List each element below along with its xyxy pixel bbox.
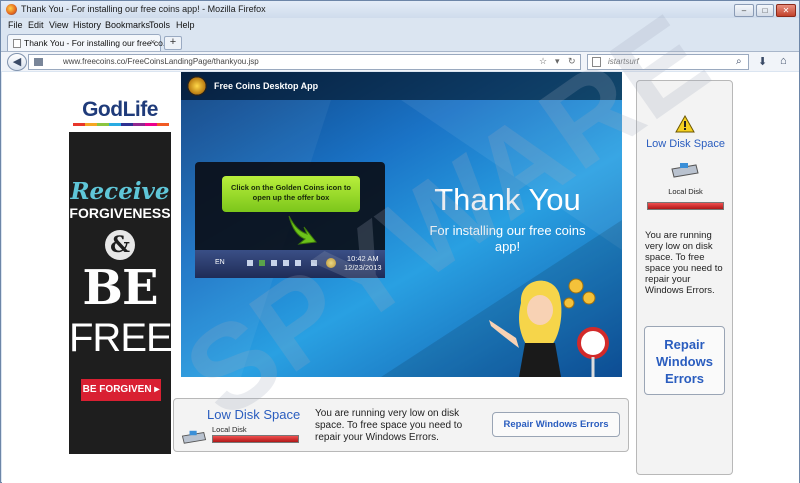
menu-help[interactable]: Help <box>176 20 195 30</box>
browser-window: Thank You - For installing our free coin… <box>0 0 800 483</box>
logo-color-stripe <box>73 123 85 126</box>
logo-color-stripe <box>145 123 157 126</box>
ampersand: & <box>105 230 135 260</box>
logo-color-stripe <box>121 123 133 126</box>
disk-usage-bar <box>212 435 299 443</box>
bookmark-star-icon[interactable]: ☆ <box>539 56 547 67</box>
tab-close-icon[interactable]: × <box>150 37 155 47</box>
search-bar[interactable]: istartsurf ⌕ <box>587 54 749 70</box>
tray-clock: 10:42 AM 12/23/2013 <box>344 254 382 272</box>
low-disk-heading: Low Disk Space <box>207 407 301 422</box>
url-bar[interactable]: www.freecoins.co/FreeCoinsLandingPage/th… <box>28 54 581 70</box>
be-text: BE <box>82 260 158 316</box>
home-icon[interactable]: ⌂ <box>780 55 787 67</box>
tab-bar: Thank You - For installing our free co..… <box>1 33 799 51</box>
hard-disk-icon <box>181 430 207 444</box>
thank-you-subtitle-line-1: For installing our free coins <box>429 223 586 238</box>
logo-color-stripe <box>85 123 97 126</box>
tab-label: Thank You - For installing our free co..… <box>24 38 170 48</box>
search-engine-label: istartsurf <box>608 57 639 66</box>
system-tray: EN 10:42 AM 12/23/2013 <box>195 250 385 278</box>
tray-flag-icon <box>271 260 277 266</box>
logo-color-stripe <box>157 123 169 126</box>
cartoon-girl-image <box>489 278 609 377</box>
new-tab-button[interactable]: + <box>164 36 182 50</box>
tooltip-line-1: Click on the Golden Coins icon to <box>230 183 351 192</box>
menu-history[interactable]: History <box>73 20 101 30</box>
repair-line-3: Errors <box>664 371 705 386</box>
free-coins-logo <box>187 76 207 96</box>
disk-usage-bar <box>647 202 724 210</box>
local-disk-label: Local Disk <box>668 187 703 196</box>
dropdown-icon[interactable]: ▾ <box>555 56 560 67</box>
repair-windows-errors-button[interactable]: Repair Windows Errors <box>492 412 620 437</box>
green-arrow-icon <box>288 215 317 245</box>
download-icon[interactable]: ⬇ <box>758 55 767 68</box>
logo-color-stripe <box>133 123 145 126</box>
godlife-logo-box: GodLife <box>69 72 171 132</box>
url-text: www.freecoins.co/FreeCoinsLandingPage/th… <box>63 57 259 66</box>
tray-volume-icon <box>311 260 317 266</box>
site-identity-icon[interactable] <box>34 58 43 66</box>
godlife-ad[interactable]: GodLife Receive FORGIVENESS & BE FREE! B… <box>69 72 171 454</box>
thank-you-subtitle-line-2: app! <box>494 239 521 254</box>
low-disk-heading: Low Disk Space <box>646 138 725 150</box>
reload-icon[interactable]: ↻ <box>568 56 576 67</box>
local-disk-label: Local Disk <box>212 425 247 434</box>
free-coins-banner[interactable]: Free Coins Desktop App Click on the Gold… <box>181 72 622 377</box>
repair-line-2: Windows <box>656 354 713 369</box>
page-content: GodLife Receive FORGIVENESS & BE FREE! B… <box>2 72 799 483</box>
tray-language: EN <box>215 259 225 266</box>
low-disk-side-ad[interactable]: Low Disk Space Local Disk You are runnin… <box>636 80 733 475</box>
maximize-button[interactable]: □ <box>756 4 774 17</box>
forgiveness-text: FORGIVENESS <box>69 205 171 221</box>
be-forgiven-button[interactable]: BE FORGIVEN ▸ <box>81 379 161 401</box>
search-engine-icon[interactable] <box>592 57 601 67</box>
window-title: Thank You - For installing our free coin… <box>21 4 266 14</box>
title-bar: Thank You - For installing our free coin… <box>1 1 799 18</box>
close-button[interactable]: ✕ <box>776 4 796 17</box>
thank-you-subtitle: For installing our free coins app! <box>400 223 615 255</box>
repair-line-1: Repair <box>664 337 705 352</box>
page-icon <box>13 39 21 48</box>
hard-disk-icon <box>671 163 699 178</box>
app-header: Free Coins Desktop App <box>181 72 622 100</box>
menu-view[interactable]: View <box>49 20 68 30</box>
tray-battery-icon <box>283 260 289 266</box>
tray-signal-icon <box>295 260 301 266</box>
taskbar-demo: Click on the Golden Coins icon to open u… <box>195 162 385 278</box>
receive-text: Receive <box>70 178 170 205</box>
low-disk-message: You are running very low on disk space. … <box>645 230 723 296</box>
tab-thank-you[interactable]: Thank You - For installing our free co..… <box>7 34 170 51</box>
menu-bar: File Edit View History Bookmarks Tools H… <box>1 19 799 33</box>
logo-color-stripe <box>97 123 109 126</box>
menu-bookmarks[interactable]: Bookmarks <box>105 20 150 30</box>
firefox-icon <box>6 4 17 15</box>
godlife-logo: GodLife <box>82 98 158 121</box>
logo-color-stripe <box>109 123 121 126</box>
repair-windows-errors-button[interactable]: Repair Windows Errors <box>644 326 725 395</box>
menu-tools[interactable]: Tools <box>149 20 170 30</box>
back-button[interactable]: ◀ <box>7 53 27 71</box>
warning-icon <box>675 115 695 133</box>
tray-network-icon <box>259 260 265 266</box>
tray-time: 10:42 AM <box>346 254 379 263</box>
free-text: FREE! <box>69 316 171 360</box>
low-disk-bottom-ad[interactable]: Low Disk Space Local Disk You are runnin… <box>173 398 629 452</box>
tooltip-line-2: open up the offer box <box>252 193 330 202</box>
low-disk-message: You are running very low on disk space. … <box>315 408 463 443</box>
menu-file[interactable]: File <box>8 20 23 30</box>
coins-tooltip: Click on the Golden Coins icon to open u… <box>222 176 360 212</box>
app-name: Free Coins Desktop App <box>214 81 319 91</box>
thank-you-heading: Thank You <box>434 182 581 217</box>
minimize-button[interactable]: – <box>734 4 754 17</box>
tray-date: 12/23/2013 <box>344 263 382 272</box>
search-icon[interactable]: ⌕ <box>736 56 742 67</box>
golden-coins-icon[interactable] <box>326 258 336 268</box>
navigation-bar: ◀ www.freecoins.co/FreeCoinsLandingPage/… <box>1 51 799 71</box>
tray-arrow-icon <box>247 260 253 266</box>
menu-edit[interactable]: Edit <box>28 20 44 30</box>
